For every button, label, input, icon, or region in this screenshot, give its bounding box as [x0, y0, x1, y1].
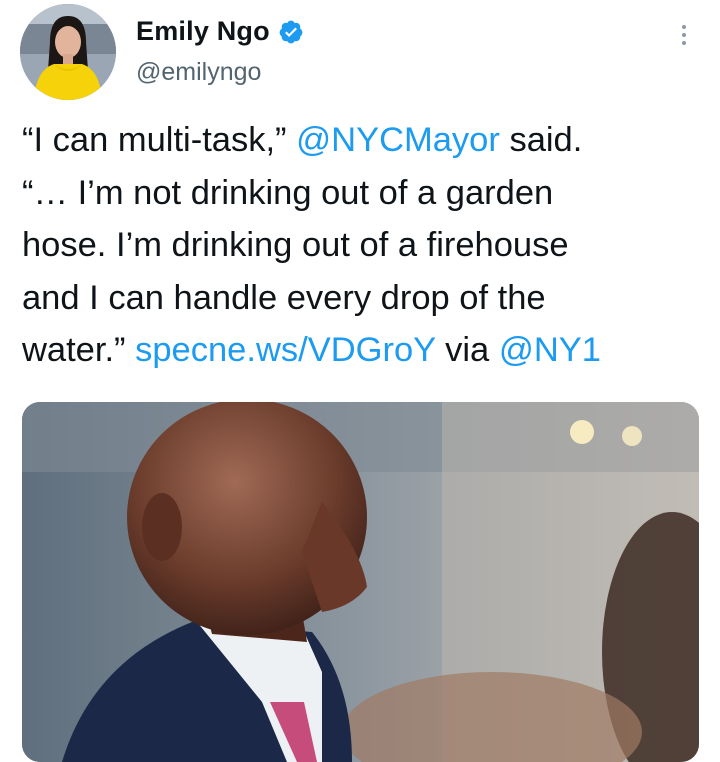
verified-badge-icon	[279, 20, 303, 43]
mention-link[interactable]: @NYCMayor	[296, 121, 500, 159]
tweet-line: water.” specne.ws/VDGroY via @NY1	[22, 324, 702, 377]
more-vertical-icon	[682, 33, 686, 37]
author-name-row[interactable]: Emily Ngo	[136, 16, 304, 47]
author-handle[interactable]: @emilyngo	[136, 58, 261, 87]
avatar-image	[20, 4, 116, 100]
tweet-line: and I can handle every drop of the	[22, 278, 546, 317]
tweet-text-segment: via	[435, 331, 499, 369]
tweet-media-photo[interactable]	[22, 402, 699, 762]
avatar[interactable]	[20, 4, 116, 100]
tweet-text-segment: said.	[499, 121, 583, 159]
author-display-name[interactable]: Emily Ngo	[136, 16, 270, 47]
tweet-line: “… I’m not drinking out of a garden	[22, 173, 554, 212]
url-link[interactable]: specne.ws/VDGroY	[135, 331, 435, 369]
more-vertical-icon	[682, 25, 686, 29]
tweet-line: hose. I’m drinking out of a firehouse	[22, 226, 569, 264]
tweet-text-segment: water.”	[22, 331, 136, 369]
mention-link[interactable]: @NY1	[499, 331, 601, 369]
photo-image	[22, 402, 699, 762]
tweet: Emily Ngo @emilyngo “I can multi-task,” …	[0, 0, 720, 762]
tweet-text: “I can multi-task,” @NYCMayor said. “… I…	[22, 114, 702, 377]
tweet-text-segment: “I can multi-task,”	[22, 121, 297, 159]
tweet-line: “I can multi-task,” @NYCMayor said.	[22, 114, 702, 167]
more-options-button[interactable]	[672, 18, 696, 52]
more-vertical-icon	[682, 41, 686, 45]
